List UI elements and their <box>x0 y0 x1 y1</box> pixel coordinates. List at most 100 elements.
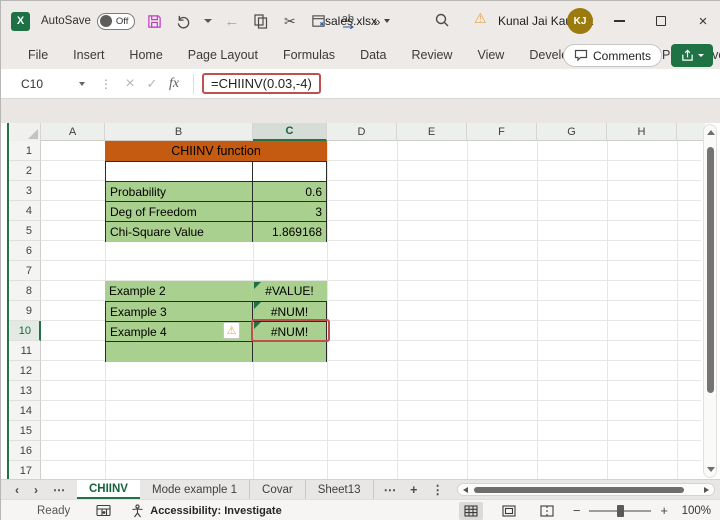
maximize-button[interactable] <box>647 7 675 35</box>
row-header-14[interactable]: 14 <box>9 401 41 421</box>
name-box[interactable]: C10 <box>13 73 93 95</box>
row-header-9[interactable]: 9 <box>9 301 41 321</box>
row-header-4[interactable]: 4 <box>9 201 41 221</box>
row-header-5[interactable]: 5 <box>9 221 41 241</box>
column-header-f[interactable]: F <box>467 123 537 141</box>
search-icon[interactable] <box>434 12 450 33</box>
horizontal-scroll-thumb[interactable] <box>474 486 684 493</box>
sheet-tab-covar[interactable]: Covar <box>250 480 306 499</box>
sheet-tab-mode-example-1[interactable]: Mode example 1 <box>140 480 251 499</box>
tab-data[interactable]: Data <box>360 48 386 62</box>
scroll-down-icon[interactable] <box>707 467 715 472</box>
row-header-11[interactable]: 11 <box>9 341 41 361</box>
macro-record-icon[interactable] <box>96 504 111 517</box>
autosave-control[interactable]: AutoSave Off <box>41 12 135 30</box>
formula-input[interactable]: =CHIINV(0.03,-4) <box>202 73 321 94</box>
row-header-7[interactable]: 7 <box>9 261 41 281</box>
normal-view-button[interactable] <box>458 501 483 520</box>
cell-c3[interactable]: 0.6 <box>253 182 326 201</box>
error-checking-warning-icon[interactable]: ⚠ <box>223 322 240 339</box>
column-header-g[interactable]: G <box>537 123 607 141</box>
undo-chevron-icon[interactable] <box>203 19 212 23</box>
column-header-h[interactable]: H <box>607 123 677 141</box>
vertical-scroll-thumb[interactable] <box>706 147 714 393</box>
tab-file[interactable]: File <box>28 48 48 62</box>
column-header-d[interactable]: D <box>327 123 397 141</box>
row-header-12[interactable]: 12 <box>9 361 41 381</box>
column-header-c[interactable]: C <box>253 123 327 141</box>
tab-insert[interactable]: Insert <box>73 48 104 62</box>
row-header-8[interactable]: 8 <box>9 281 41 301</box>
save-icon[interactable] <box>146 12 164 30</box>
column-header-b[interactable]: B <box>105 123 253 141</box>
row-header-3[interactable]: 3 <box>9 181 41 201</box>
tab-page-layout[interactable]: Page Layout <box>188 48 258 62</box>
tab-review[interactable]: Review <box>411 48 452 62</box>
autosave-toggle[interactable]: Off <box>96 12 135 30</box>
cell-c2[interactable] <box>253 162 326 181</box>
page-layout-view-button[interactable] <box>497 502 521 520</box>
column-header-e[interactable]: E <box>397 123 467 141</box>
zoom-level-label[interactable]: 100% <box>677 505 711 517</box>
comments-button[interactable]: Comments <box>562 44 662 67</box>
tab-view[interactable]: View <box>477 48 504 62</box>
cell-b11[interactable] <box>106 342 253 362</box>
cell-b4[interactable]: Deg of Freedom <box>106 202 253 221</box>
vertical-scrollbar[interactable] <box>703 124 717 478</box>
close-button[interactable]: × <box>689 7 717 35</box>
share-button[interactable] <box>671 44 713 67</box>
avatar[interactable]: KJ <box>567 8 593 34</box>
insert-function-icon[interactable]: fx <box>163 73 185 95</box>
tab-home[interactable]: Home <box>129 48 162 62</box>
tab-formulas[interactable]: Formulas <box>283 48 335 62</box>
row-header-6[interactable]: 6 <box>9 241 41 261</box>
next-sheet-icon[interactable]: › <box>34 483 38 497</box>
row-header-10[interactable]: 10 <box>9 321 41 341</box>
select-all-corner[interactable] <box>9 123 41 141</box>
copy-icon[interactable] <box>252 12 270 30</box>
cell-b5[interactable]: Chi-Square Value <box>106 222 253 242</box>
row-header-16[interactable]: 16 <box>9 441 41 461</box>
alert-icon[interactable]: ⚠ <box>474 10 487 27</box>
cell-c8[interactable]: #VALUE! <box>252 281 327 301</box>
row-header-17[interactable]: 17 <box>9 461 41 479</box>
horizontal-scrollbar[interactable] <box>457 483 715 496</box>
cell-c4[interactable]: 3 <box>253 202 326 221</box>
sheet-tab-sheet13[interactable]: Sheet13 <box>306 480 374 499</box>
cell-b9[interactable]: Example 3 <box>106 302 253 321</box>
cancel-icon[interactable]: × <box>119 73 141 95</box>
scroll-right-icon[interactable] <box>704 487 709 493</box>
scroll-left-icon[interactable] <box>463 487 468 493</box>
document-title[interactable]: sales.xlsx <box>325 1 391 41</box>
undo-icon[interactable] <box>175 12 193 30</box>
cell-c5[interactable]: 1.869168 <box>253 222 326 242</box>
scroll-up-icon[interactable] <box>707 130 715 135</box>
row-header-1[interactable]: 1 <box>9 141 41 161</box>
row-header-15[interactable]: 15 <box>9 421 41 441</box>
cell-b3[interactable]: Probability <box>106 182 253 201</box>
row-header-column: 1 2 3 4 5 6 7 8 9 10 11 12 13 14 15 16 1… <box>9 141 41 479</box>
cell-c11[interactable] <box>253 342 326 362</box>
accessibility-status-label[interactable]: Accessibility: Investigate <box>150 505 281 517</box>
row-header-2[interactable]: 2 <box>9 161 41 181</box>
zoom-slider-thumb[interactable] <box>617 504 625 517</box>
column-header-a[interactable]: A <box>41 123 105 141</box>
sheet-options-icon[interactable]: ⋮ <box>431 482 444 497</box>
cell-b2[interactable] <box>106 162 253 181</box>
zoom-in-button[interactable]: + <box>660 503 668 518</box>
sheet-tab-chiinv[interactable]: CHIINV <box>77 480 140 499</box>
zoom-out-button[interactable]: − <box>573 503 581 518</box>
cell-b8[interactable]: Example 2 <box>105 281 252 301</box>
prev-sheet-icon[interactable]: ‹ <box>15 483 19 497</box>
all-sheets-icon[interactable]: ⋯ <box>53 483 65 497</box>
page-break-view-button[interactable] <box>535 502 559 520</box>
row-header-13[interactable]: 13 <box>9 381 41 401</box>
cut-icon[interactable]: ✂ <box>281 12 299 30</box>
accessibility-icon[interactable] <box>131 503 144 518</box>
zoom-slider[interactable] <box>589 504 652 517</box>
more-sheets-icon[interactable]: ⋯ <box>384 482 397 497</box>
cell-b1-title[interactable]: CHIINV function <box>105 141 327 161</box>
enter-icon[interactable]: ✓ <box>141 73 163 95</box>
new-sheet-icon[interactable]: + <box>410 483 417 497</box>
minimize-button[interactable] <box>605 7 633 35</box>
